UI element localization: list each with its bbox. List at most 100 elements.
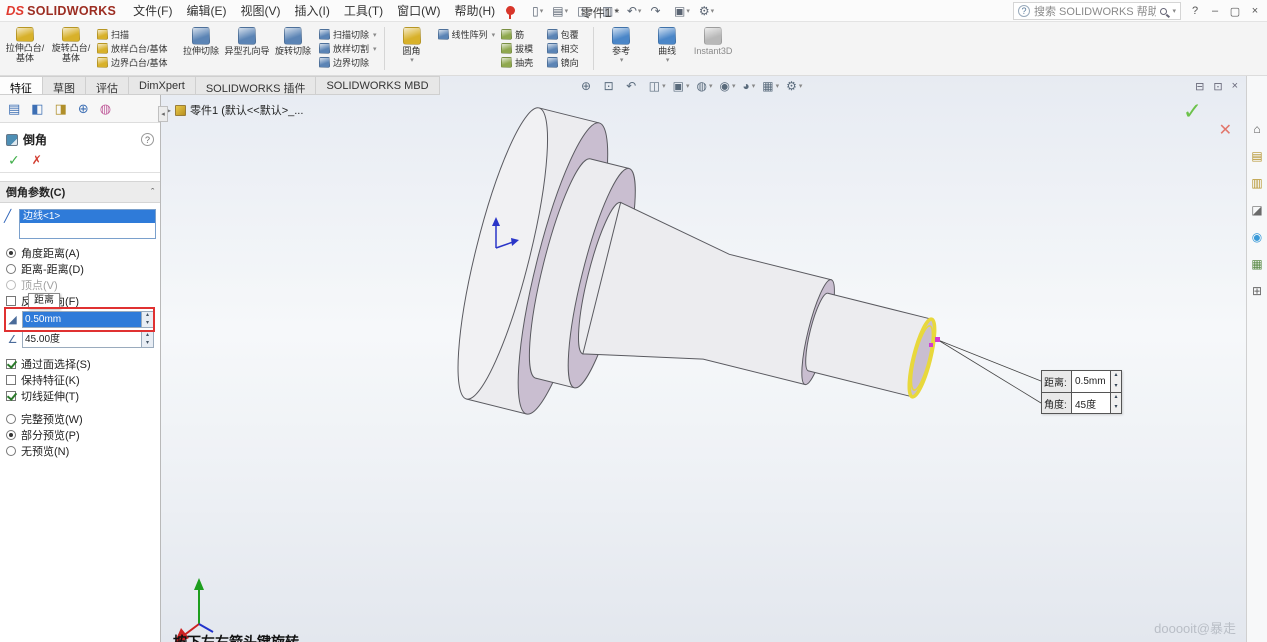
callout-spinner[interactable]: ▴ ▾ (1110, 371, 1121, 392)
menu-item[interactable]: 编辑(E) (180, 0, 234, 22)
checkbox-icon[interactable] (6, 391, 16, 401)
panel-collapse-handle[interactable]: ◂ (158, 106, 168, 122)
radio-option[interactable]: 完整预览(W) (6, 411, 154, 426)
ribbon-small-button[interactable]: 扫描 ▾ (97, 28, 175, 41)
propertymanager-tab[interactable]: ◧ (31, 101, 43, 117)
custom-properties-icon[interactable]: ⊞ (1252, 284, 1262, 298)
dropdown-caret-icon[interactable]: ▾ (732, 82, 736, 90)
part-canvas[interactable] (161, 76, 1246, 642)
ribbon-big-button[interactable]: 圆角 ▾ (389, 24, 435, 73)
callout-spinner[interactable]: ▴ ▾ (1110, 393, 1121, 413)
ribbon-big-button[interactable]: 拉伸切除 ▾ (178, 24, 224, 73)
checkbox-icon[interactable] (6, 296, 16, 306)
apply-scene-icon[interactable]: ▦ ▾ (762, 79, 779, 93)
ribbon-small-button[interactable]: 扫描切除 ▾ (319, 28, 377, 41)
commandmanager-tab[interactable]: 草图 (43, 76, 86, 95)
selected-edge-item[interactable]: 边线<1> (20, 210, 155, 223)
ribbon-big-button[interactable]: 参考 ▾ (598, 24, 644, 73)
ribbon-big-button[interactable]: 旋转切除 ▾ (270, 24, 316, 73)
displaymanager-tab[interactable]: ◍ (100, 101, 111, 117)
radio-icon[interactable] (6, 248, 16, 258)
ribbon-small-button[interactable]: 放样凸台/基体 ▾ (97, 42, 175, 55)
commandmanager-tab[interactable]: 评估 (86, 76, 129, 95)
restore-button[interactable]: ▢ (1225, 5, 1245, 18)
spin-down-icon[interactable]: ▾ (142, 340, 153, 348)
doc-close-button[interactable]: × (1232, 80, 1238, 93)
spin-up-icon[interactable]: ▴ (1111, 393, 1121, 403)
ribbon-big-button[interactable]: 曲线 ▾ (644, 24, 690, 73)
zoom-fit-icon[interactable]: ⊕ ▾ (581, 79, 597, 93)
previous-view-icon[interactable]: ↶ ▾ (626, 79, 642, 93)
display-style-icon[interactable]: ◍ ▾ (696, 79, 712, 93)
help-button[interactable]: ? (1185, 5, 1205, 17)
ribbon-small-button[interactable]: 镜向 ▾ (547, 56, 587, 69)
graphics-area[interactable]: ⊕ ▾ ⊡ ▾ ↶ ▾ ◫ ▾ ▣ (161, 76, 1246, 642)
zoom-area-icon[interactable]: ⊡ ▾ (604, 79, 620, 93)
spin-up-icon[interactable]: ▴ (142, 312, 153, 320)
radio-option[interactable]: 距离-距离(D) (6, 261, 154, 276)
checkbox-option[interactable]: 保持特征(K) (6, 372, 154, 387)
radio-icon[interactable] (6, 280, 16, 290)
confirm-cancel-button[interactable]: ✕ (1219, 120, 1232, 140)
radio-icon[interactable] (6, 414, 16, 424)
ribbon-small-button[interactable]: 筋 ▾ (501, 28, 541, 41)
radio-icon[interactable] (6, 264, 16, 274)
radio-icon[interactable] (6, 430, 16, 440)
menu-item[interactable]: 视图(V) (234, 0, 288, 22)
minimize-button[interactable]: – (1205, 5, 1225, 17)
close-button[interactable]: × (1245, 5, 1265, 17)
commandmanager-tab[interactable]: DimXpert (129, 76, 196, 95)
angle-input[interactable]: 45.00度 ▴ ▾ (22, 331, 154, 348)
dropdown-caret-icon[interactable]: ▾ (373, 31, 377, 39)
view-orientation-icon[interactable]: ▣ ▾ (673, 79, 690, 93)
pm-help-button[interactable]: ? (141, 133, 154, 146)
featuremanager-tab[interactable]: ▤ (8, 101, 20, 117)
pm-cancel-button[interactable]: ✗ (32, 153, 42, 167)
angle-value[interactable]: 45.00度 (23, 332, 141, 347)
selection-listbox[interactable]: 边线<1> (19, 209, 156, 239)
part-tree-label[interactable]: 零件1 (默认<<默认>_... (190, 102, 303, 118)
callout-value[interactable]: 0.5mm (1072, 371, 1110, 392)
commandmanager-tab[interactable]: 特征 (0, 76, 43, 95)
design-library-icon[interactable]: ▤ (1251, 149, 1262, 163)
radio-option[interactable]: 顶点(V) (6, 277, 154, 292)
help-sphere-icon[interactable]: ? (1018, 5, 1030, 17)
search-placeholder[interactable]: 搜索 SOLIDWORKS 帮助 (1034, 3, 1156, 19)
dropdown-caret-icon[interactable]: ▾ (492, 31, 496, 39)
radio-icon[interactable] (6, 446, 16, 456)
ribbon-small-button[interactable]: 抽壳 ▾ (501, 56, 541, 69)
dropdown-caret-icon[interactable]: ▾ (373, 45, 377, 53)
doc-restore-button[interactable]: ⊡ (1213, 80, 1222, 93)
ribbon-big-button[interactable]: 异型孔向导 ▾ (224, 24, 270, 73)
edit-appearance-icon[interactable]: ◕ ▾ (742, 79, 755, 93)
hide-show-items-icon[interactable]: ◉ ▾ (719, 79, 735, 93)
scenes-icon[interactable]: ▦ (1251, 257, 1262, 271)
spin-down-icon[interactable]: ▾ (1111, 382, 1121, 393)
dropdown-caret-icon[interactable]: ▾ (410, 56, 414, 66)
checkbox-option[interactable]: 通过面选择(S) (6, 356, 154, 371)
dropdown-caret-icon[interactable]: ▾ (776, 82, 780, 90)
search-caret-icon[interactable]: ▾ (1172, 7, 1176, 15)
file-explorer-icon[interactable]: ▥ (1251, 176, 1262, 190)
checkbox-icon[interactable] (6, 359, 16, 369)
menu-item[interactable]: 文件(F) (126, 0, 179, 22)
spin-down-icon[interactable]: ▾ (1111, 403, 1121, 413)
section-view-icon[interactable]: ◫ ▾ (649, 79, 666, 93)
dropdown-caret-icon[interactable]: ▾ (666, 56, 670, 66)
radio-option[interactable]: 无预览(N) (6, 443, 154, 458)
checkbox-icon[interactable] (6, 375, 16, 385)
radio-option[interactable]: 角度距离(A) (6, 245, 154, 260)
view-palette-icon[interactable]: ◪ (1251, 203, 1262, 217)
checkbox-option[interactable]: 切线延伸(T) (6, 388, 154, 403)
ribbon-big-button[interactable]: 拉伸凸台/基体 ▾ (2, 24, 48, 73)
ribbon-big-button[interactable]: Instant3D ▾ (690, 24, 736, 73)
dropdown-caret-icon[interactable]: ▾ (662, 82, 666, 90)
ribbon-small-button[interactable]: 包覆 ▾ (547, 28, 587, 41)
doc-minimize-button[interactable]: ⊟ (1195, 80, 1204, 93)
ribbon-small-button[interactable]: 相交 ▾ (547, 42, 587, 55)
distance-value[interactable]: 0.50mm (23, 312, 141, 327)
ribbon-small-button[interactable]: 边界切除 ▾ (319, 56, 377, 69)
distance-spinner[interactable]: ▴ ▾ (141, 312, 153, 327)
dimxpertmanager-tab[interactable]: ⊕ (78, 101, 89, 117)
search-icon[interactable] (1160, 8, 1167, 15)
